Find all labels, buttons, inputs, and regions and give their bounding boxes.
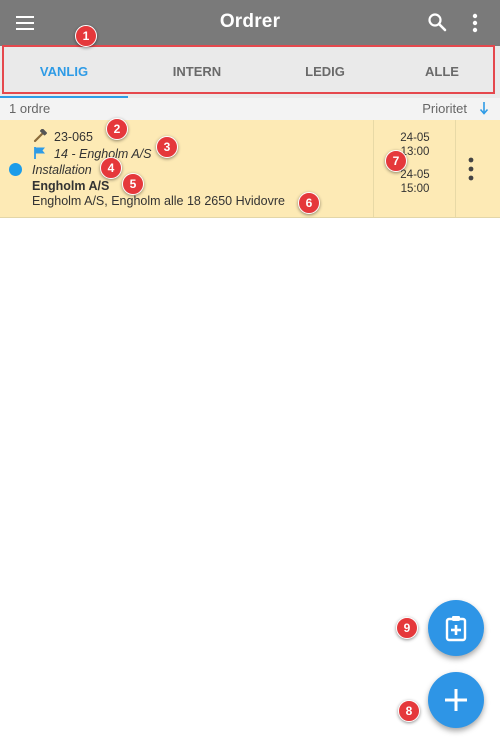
clipboard-plus-icon [445, 616, 467, 642]
add-order-button[interactable] [428, 672, 484, 728]
order-count: 1 ordre [9, 101, 51, 116]
flag-icon [32, 146, 48, 160]
order-tabs: VANLIG INTERN LEDIG ALLE [0, 46, 500, 98]
start-date: 24-05 [400, 132, 430, 144]
annotation-badge-7: 7 [385, 150, 407, 172]
tab-vanlig[interactable]: VANLIG [0, 46, 128, 98]
new-from-template-button[interactable] [428, 600, 484, 656]
search-icon[interactable] [426, 12, 450, 34]
hammer-icon [32, 128, 48, 143]
annotation-badge-4: 4 [100, 157, 122, 179]
annotation-badge-2: 2 [106, 118, 128, 140]
sort-label[interactable]: Prioritet [422, 101, 467, 116]
list-header: 1 ordre Prioritet [0, 98, 500, 120]
order-customer: Engholm A/S [32, 179, 110, 193]
status-dot [9, 163, 22, 176]
tab-intern[interactable]: INTERN [128, 46, 266, 98]
row-more-vertical-icon[interactable] [463, 156, 479, 182]
order-type: Installation [32, 163, 92, 177]
order-row[interactable]: 23-065 14 - Engholm A/S Installation Eng… [0, 120, 500, 218]
arrow-down-icon[interactable] [478, 100, 490, 116]
annotation-badge-5: 5 [122, 173, 144, 195]
end-date: 24-05 [400, 169, 430, 181]
end-datetime: 24-05 15:00 [374, 168, 456, 196]
project-line: 14 - Engholm A/S [32, 146, 152, 161]
plus-icon [445, 689, 467, 711]
tab-alle[interactable]: ALLE [384, 46, 500, 98]
annotation-badge-6: 6 [298, 192, 320, 214]
end-time: 15:00 [400, 183, 430, 195]
annotation-badge-8: 8 [398, 700, 420, 722]
more-vertical-icon[interactable] [463, 11, 487, 35]
tab-ledig[interactable]: LEDIG [266, 46, 384, 98]
order-number-line: 23-065 [32, 128, 93, 144]
order-number: 23-065 [54, 130, 93, 144]
annotation-badge-3: 3 [156, 136, 178, 158]
annotation-badge-9: 9 [396, 617, 418, 639]
order-address: Engholm A/S, Engholm alle 18 2650 Hvidov… [32, 194, 285, 208]
page-title: Ordrer [219, 11, 281, 32]
annotation-badge-1: 1 [75, 25, 97, 47]
